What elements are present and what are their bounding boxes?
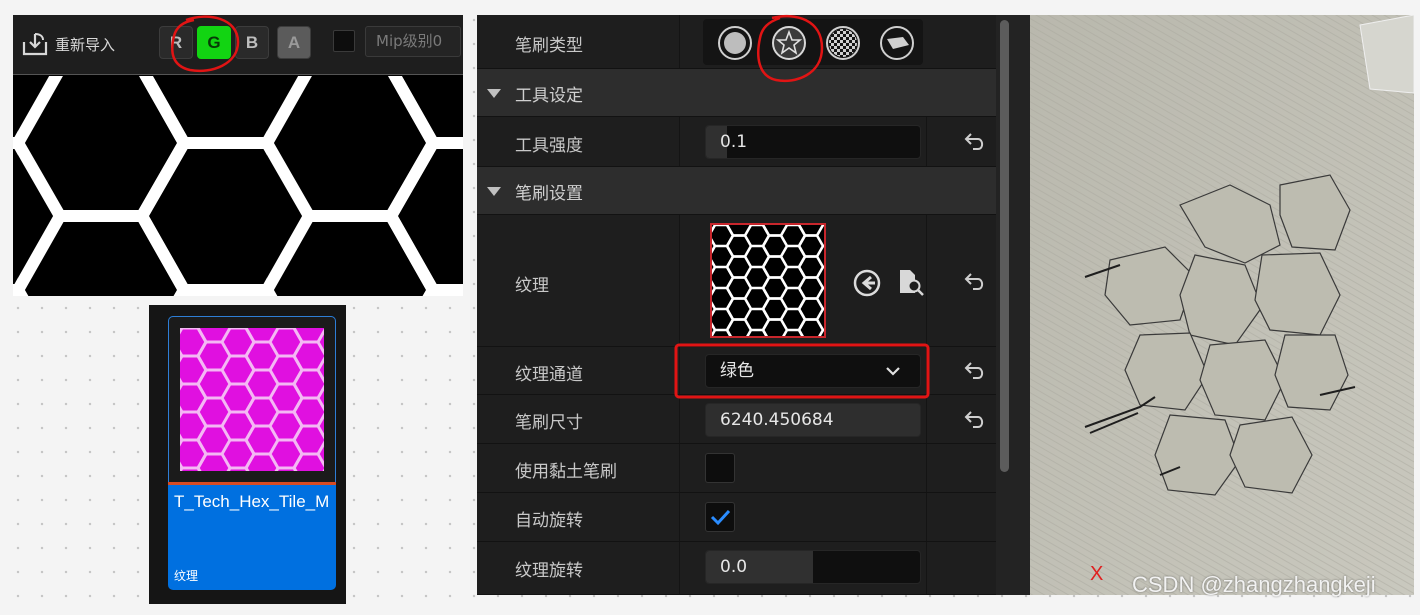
channel-g-button[interactable]: G xyxy=(197,26,231,59)
column-divider xyxy=(926,395,927,443)
column-divider xyxy=(926,444,927,492)
smooth-brush-icon[interactable] xyxy=(879,25,915,61)
column-divider xyxy=(679,117,680,166)
row-brush-type: 笔刷类型 xyxy=(477,15,997,69)
landscape-viewport[interactable] xyxy=(1017,15,1414,595)
column-divider xyxy=(679,215,680,346)
tool-strength-value: 0.1 xyxy=(720,132,748,152)
auto-rotate-label: 自动旋转 xyxy=(515,511,583,531)
row-clay-brush: 使用黏土笔刷 xyxy=(477,444,997,493)
section-tool-settings-label: 工具设定 xyxy=(515,86,583,106)
axis-x-label: X xyxy=(1090,563,1104,585)
texture-viewer: 重新导入 R G B A Mip级别0 xyxy=(13,15,463,296)
reset-to-default-icon[interactable] xyxy=(963,131,987,153)
column-divider xyxy=(926,542,927,594)
brush-type-label: 笔刷类型 xyxy=(515,36,583,56)
column-divider xyxy=(679,493,680,541)
asset-frame: T_Tech_Hex_Tile_M 纹理 xyxy=(149,305,346,604)
texture-rotation-value: 0.0 xyxy=(720,557,748,577)
auto-rotate-checkbox[interactable] xyxy=(705,502,735,532)
reset-to-default-icon[interactable] xyxy=(963,409,987,431)
details-scrollbar[interactable] xyxy=(996,15,1017,595)
reimport-label: 重新导入 xyxy=(55,35,116,54)
brush-size-value: 6240.450684 xyxy=(720,410,834,430)
circle-brush-icon[interactable] xyxy=(717,25,753,61)
asset-thumbnail xyxy=(180,328,324,471)
brush-size-label: 笔刷尺寸 xyxy=(515,413,583,433)
reset-to-default-icon[interactable] xyxy=(963,271,987,293)
reimport-icon xyxy=(22,33,48,56)
row-tool-strength: 工具强度 0.1 xyxy=(477,117,997,167)
reimport-button[interactable]: 重新导入 xyxy=(21,29,115,59)
chevron-down-icon xyxy=(886,367,900,376)
column-divider xyxy=(679,444,680,492)
brush-type-selector xyxy=(703,19,923,65)
checkmark-icon xyxy=(710,509,731,526)
column-divider xyxy=(926,215,927,346)
column-divider xyxy=(679,15,680,68)
sculpted-landscape xyxy=(1030,15,1414,595)
asset-name: T_Tech_Hex_Tile_M xyxy=(174,492,330,511)
clay-brush-checkbox[interactable] xyxy=(705,453,735,483)
column-divider xyxy=(926,493,927,541)
collapse-arrow-icon xyxy=(487,187,501,196)
asset-type-stripe xyxy=(168,482,336,485)
viewport-scene xyxy=(1030,15,1414,595)
channel-a-button[interactable]: A xyxy=(277,26,311,59)
section-tool-settings[interactable]: 工具设定 xyxy=(477,69,997,117)
use-selected-asset-icon[interactable] xyxy=(853,269,881,297)
tool-strength-field[interactable]: 0.1 xyxy=(705,125,921,159)
row-auto-rotate: 自动旋转 xyxy=(477,493,997,542)
row-texture: 纹理 xyxy=(477,215,997,347)
section-brush-settings-label: 笔刷设置 xyxy=(515,184,583,204)
column-divider xyxy=(679,542,680,594)
scrollbar-thumb[interactable] xyxy=(1000,20,1009,472)
row-texture-channel: 纹理通道 绿色 xyxy=(477,347,997,395)
browse-asset-icon[interactable] xyxy=(897,267,925,297)
mip-level-field[interactable]: Mip级别0 xyxy=(365,26,461,57)
column-divider xyxy=(926,117,927,166)
row-texture-rotation: 纹理旋转 0.0 xyxy=(477,542,997,595)
brush-size-field[interactable]: 6240.450684 xyxy=(705,403,921,437)
mip-checkbox[interactable] xyxy=(333,30,355,52)
texture-channel-value: 绿色 xyxy=(720,361,754,381)
channel-r-button[interactable]: R xyxy=(159,26,193,59)
texture-rotation-label: 纹理旋转 xyxy=(515,561,583,581)
collapse-arrow-icon xyxy=(487,89,501,98)
clay-brush-label: 使用黏土笔刷 xyxy=(515,462,617,482)
row-brush-size: 笔刷尺寸 6240.450684 xyxy=(477,395,997,444)
watermark: CSDN @zhangzhangkeji xyxy=(1132,572,1376,597)
texture-label: 纹理 xyxy=(515,276,549,296)
channel-b-button[interactable]: B xyxy=(235,26,269,59)
texture-channel-label: 纹理通道 xyxy=(515,365,583,385)
texture-rotation-field[interactable]: 0.0 xyxy=(705,550,921,584)
section-brush-settings[interactable]: 笔刷设置 xyxy=(477,167,997,215)
column-divider xyxy=(926,347,927,394)
details-panel: 笔刷类型 工具设定 工具强度 0.1 笔刷设置 纹理 纹理通道 绿色 笔刷尺寸 … xyxy=(477,15,1017,595)
tool-strength-label: 工具强度 xyxy=(515,136,583,156)
hex-mask-preview xyxy=(13,76,463,296)
texture-thumbnail[interactable] xyxy=(710,223,826,338)
star-brush-icon[interactable] xyxy=(771,25,807,61)
viewer-toolbar: 重新导入 R G B A Mip级别0 xyxy=(13,15,463,75)
column-divider xyxy=(679,395,680,443)
texture-channel-dropdown[interactable]: 绿色 xyxy=(705,354,921,388)
checker-brush-icon[interactable] xyxy=(825,25,861,61)
column-divider xyxy=(679,347,680,394)
hex-texture-preview xyxy=(712,225,824,336)
asset-type-label: 纹理 xyxy=(174,569,199,583)
reset-to-default-icon[interactable] xyxy=(963,360,987,382)
asset-card[interactable]: T_Tech_Hex_Tile_M 纹理 xyxy=(168,316,336,590)
